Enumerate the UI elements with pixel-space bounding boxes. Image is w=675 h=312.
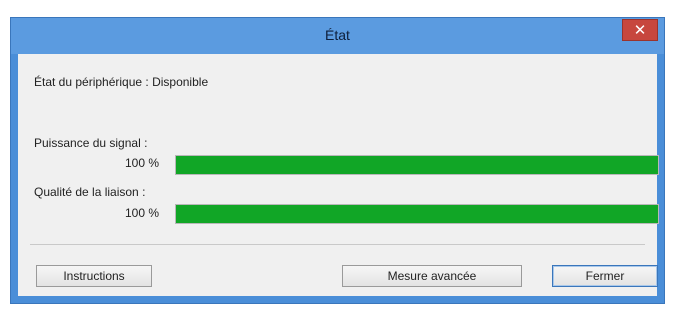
advanced-measure-button[interactable]: Mesure avancée: [342, 265, 522, 287]
signal-strength-bar: [175, 155, 659, 175]
link-quality-value: 100 %: [124, 206, 159, 220]
status-dialog: État ✕ État du périphérique : Disponible…: [10, 17, 665, 304]
dialog-title: État: [325, 27, 350, 43]
close-button[interactable]: Fermer: [552, 265, 658, 287]
divider: [30, 244, 645, 245]
title-bar[interactable]: État ✕: [11, 18, 664, 54]
link-quality-bar: [175, 204, 659, 224]
device-status-text: État du périphérique : Disponible: [34, 75, 209, 89]
link-quality-label: Qualité de la liaison :: [34, 185, 146, 199]
dialog-body: État du périphérique : Disponible Puissa…: [18, 54, 659, 296]
signal-strength-fill: [176, 156, 658, 174]
signal-strength-label: Puissance du signal :: [34, 136, 148, 150]
instructions-button[interactable]: Instructions: [36, 265, 152, 287]
close-icon[interactable]: ✕: [622, 19, 658, 41]
signal-strength-value: 100 %: [124, 156, 159, 170]
link-quality-fill: [176, 205, 658, 223]
